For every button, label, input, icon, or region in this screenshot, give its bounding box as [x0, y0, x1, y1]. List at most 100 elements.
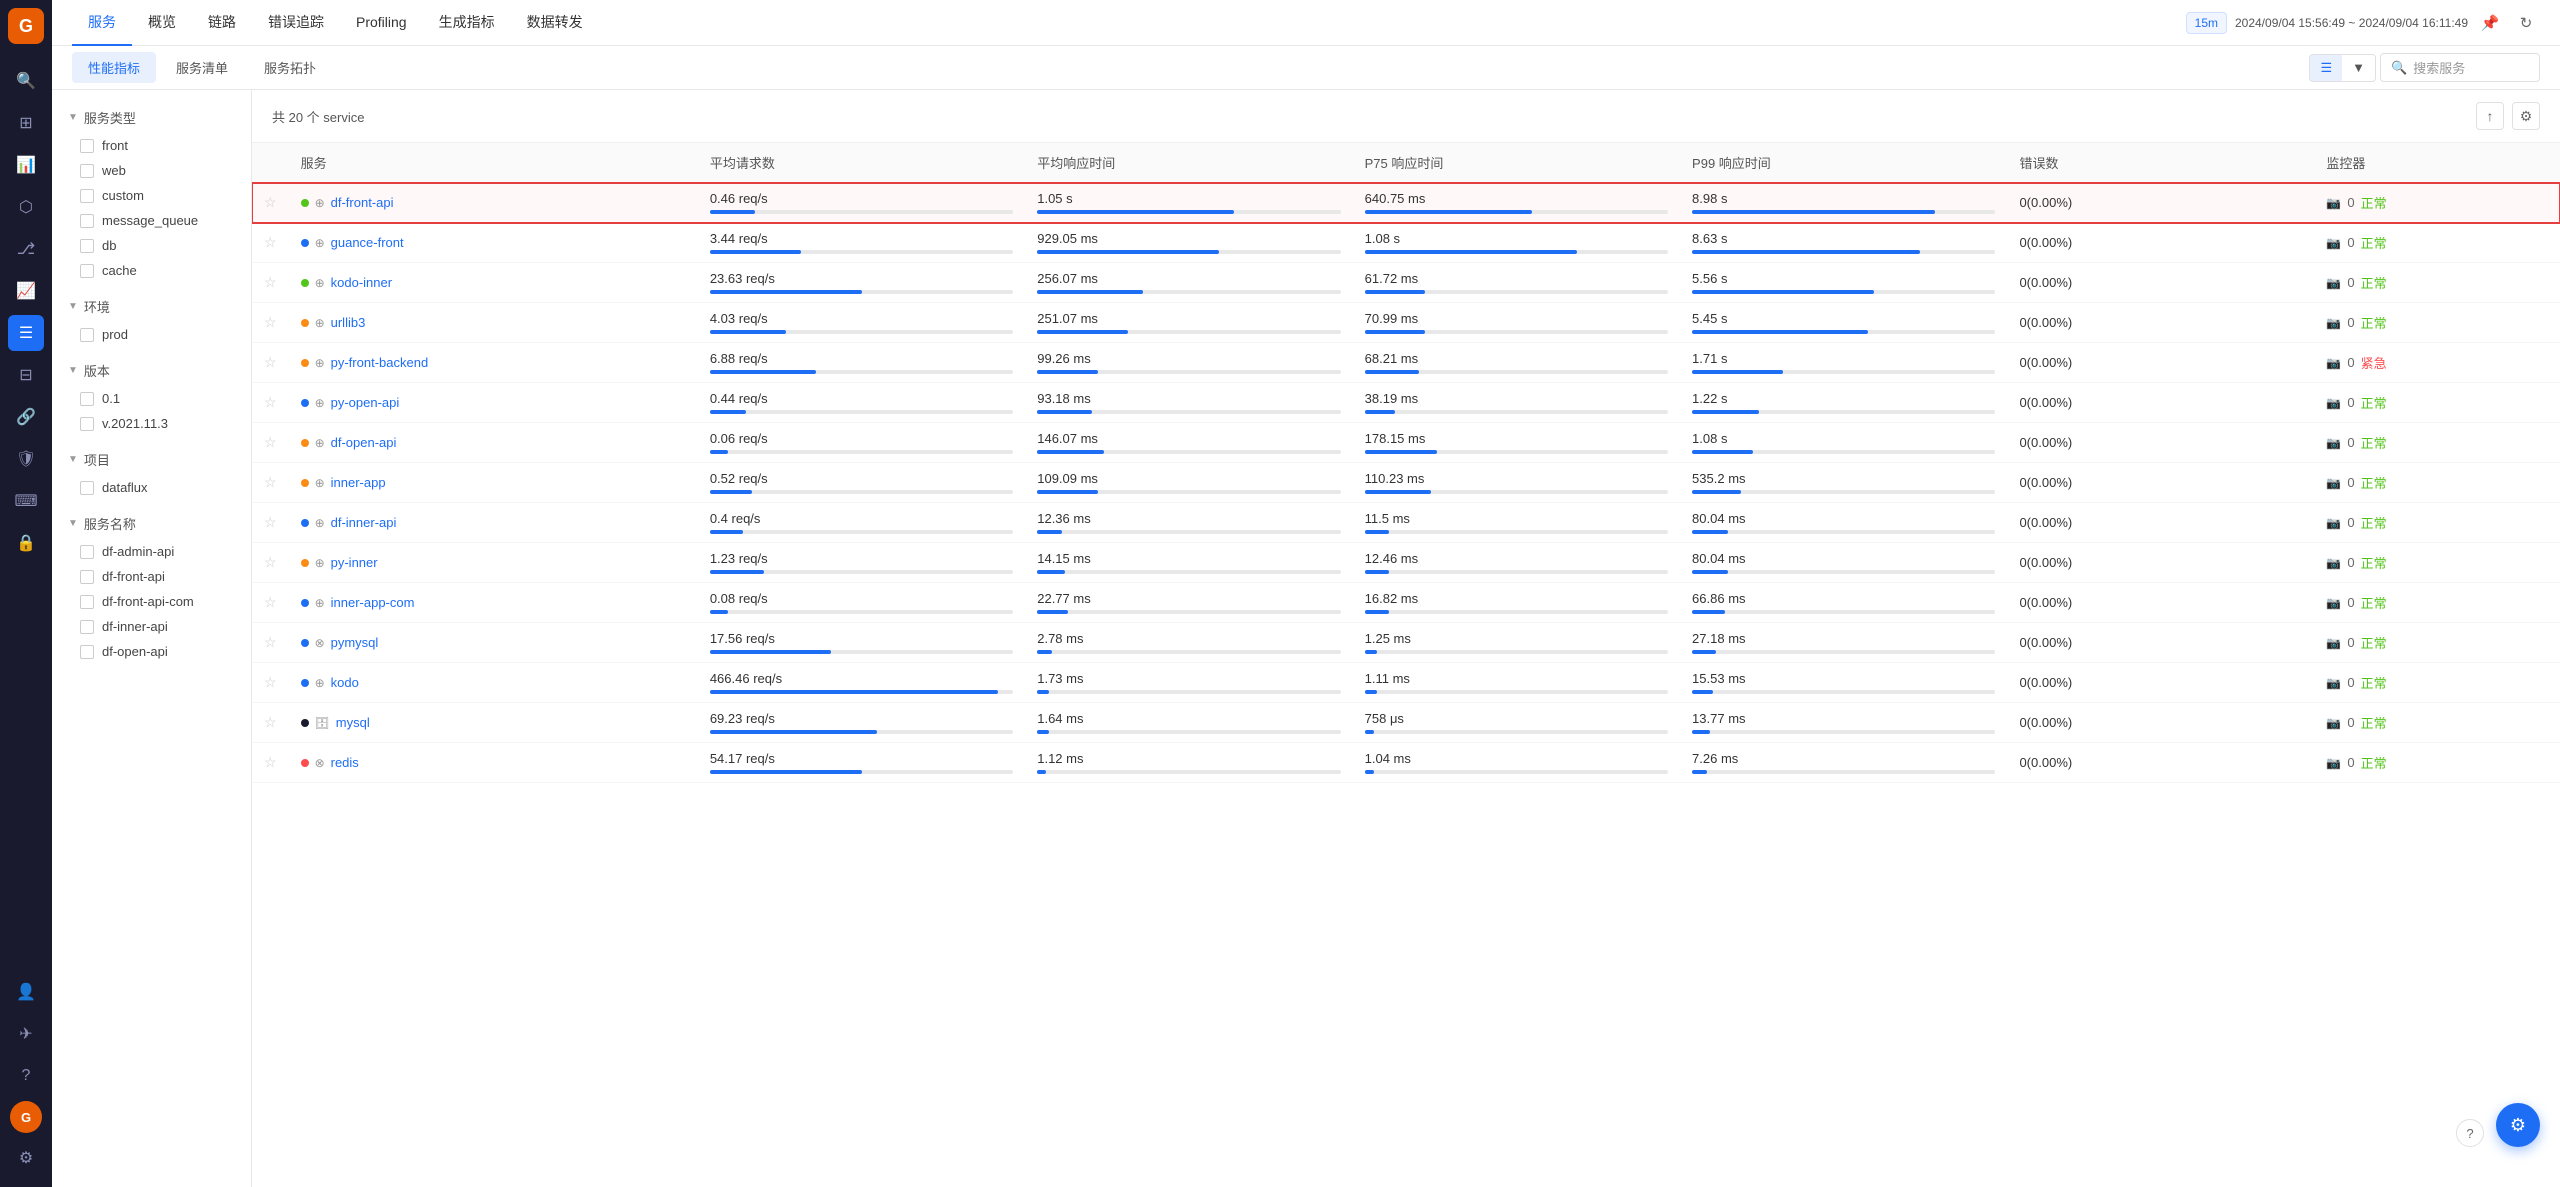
table-row[interactable]: ☆ ⊕ df-inner-api 0.4 req/s 12.36 ms 11.5… — [252, 503, 2560, 543]
filter-item-message-queue[interactable]: message_queue — [52, 208, 251, 233]
sub-tab-service-list[interactable]: 服务清单 — [160, 52, 244, 83]
filter-item-df-admin-api[interactable]: df-admin-api — [52, 539, 251, 564]
star-button[interactable]: ☆ — [264, 514, 277, 530]
table-row[interactable]: ☆ ⊕ df-open-api 0.06 req/s 146.07 ms 178… — [252, 423, 2560, 463]
service-name-cell[interactable]: ⊗ redis — [301, 755, 686, 770]
filter-item-web[interactable]: web — [52, 158, 251, 183]
nav-item-generate-metrics[interactable]: 生成指标 — [423, 0, 511, 46]
filter-checkbox-cache[interactable] — [80, 264, 94, 278]
table-row[interactable]: ☆ ⊕ df-front-api 0.46 req/s 1.05 s 640.7… — [252, 183, 2560, 223]
filter-item-custom[interactable]: custom — [52, 183, 251, 208]
sub-tab-performance[interactable]: 性能指标 — [72, 52, 156, 83]
star-button[interactable]: ☆ — [264, 554, 277, 570]
table-row[interactable]: ☆ ⊗ pymysql 17.56 req/s 2.78 ms 1.25 ms … — [252, 623, 2560, 663]
filter-checkbox-df-front-api-com[interactable] — [80, 595, 94, 609]
table-row[interactable]: ☆ ⊕ kodo 466.46 req/s 1.73 ms 1.11 ms 15… — [252, 663, 2560, 703]
view-toggle-list[interactable]: ☰ — [2310, 55, 2342, 81]
filter-section-header-service-type[interactable]: ▼ 服务类型 — [52, 102, 251, 133]
service-name-cell[interactable]: ⊕ df-inner-api — [301, 515, 686, 530]
service-name-cell[interactable]: ⊕ kodo-inner — [301, 275, 686, 290]
filter-item-prod[interactable]: prod — [52, 322, 251, 347]
star-button[interactable]: ☆ — [264, 394, 277, 410]
service-name-cell[interactable]: ⊕ inner-app-com — [301, 595, 686, 610]
service-name-cell[interactable]: ⊕ py-open-api — [301, 395, 686, 410]
sidebar-icon-shield[interactable]: 🛡 — [8, 441, 44, 477]
table-row[interactable]: ☆ ⊕ py-open-api 0.44 req/s 93.18 ms 38.1… — [252, 383, 2560, 423]
sidebar-icon-list[interactable]: ☰ — [8, 315, 44, 351]
service-name-cell[interactable]: ⊕ kodo — [301, 675, 686, 690]
filter-checkbox-v01[interactable] — [80, 392, 94, 406]
sidebar-icon-chart[interactable]: 📊 — [8, 147, 44, 183]
nav-item-profiling[interactable]: Profiling — [340, 0, 423, 46]
filter-checkbox-message-queue[interactable] — [80, 214, 94, 228]
star-button[interactable]: ☆ — [264, 674, 277, 690]
table-row[interactable]: ☆ ⊗ redis 54.17 req/s 1.12 ms 1.04 ms 7.… — [252, 743, 2560, 783]
filter-section-header-service-name[interactable]: ▼ 服务名称 — [52, 508, 251, 539]
view-toggle-grid[interactable]: ▼ — [2342, 55, 2375, 80]
star-button[interactable]: ☆ — [264, 754, 277, 770]
nav-item-services[interactable]: 服务 — [72, 0, 132, 46]
sidebar-icon-search[interactable]: 🔍 — [8, 63, 44, 99]
service-name-cell[interactable]: ⊕ guance-front — [301, 235, 686, 250]
sidebar-icon-lock[interactable]: 🔒 — [8, 525, 44, 561]
service-name-cell[interactable]: ⊗ pymysql — [301, 635, 686, 650]
sidebar-icon-send[interactable]: ✈ — [8, 1016, 44, 1052]
star-button[interactable]: ☆ — [264, 474, 277, 490]
service-name-cell[interactable]: ⊕ inner-app — [301, 475, 686, 490]
service-name-cell[interactable]: ⊕ df-open-api — [301, 435, 686, 450]
sub-tab-service-topology[interactable]: 服务拓扑 — [248, 52, 332, 83]
table-row[interactable]: ☆ ⊕ inner-app 0.52 req/s 109.09 ms 110.2… — [252, 463, 2560, 503]
filter-checkbox-df-open-api[interactable] — [80, 645, 94, 659]
sidebar-icon-dashboard[interactable]: ⊞ — [8, 105, 44, 141]
star-button[interactable]: ☆ — [264, 274, 277, 290]
sidebar-icon-link[interactable]: 🔗 — [8, 399, 44, 435]
filter-checkbox-web[interactable] — [80, 164, 94, 178]
filter-item-df-front-api-com[interactable]: df-front-api-com — [52, 589, 251, 614]
filter-item-df-inner-api[interactable]: df-inner-api — [52, 614, 251, 639]
filter-section-header-version[interactable]: ▼ 版本 — [52, 355, 251, 386]
filter-item-dataflux[interactable]: dataflux — [52, 475, 251, 500]
refresh-icon[interactable]: ↻ — [2512, 9, 2540, 37]
service-name-cell[interactable]: ⊕ df-front-api — [301, 195, 686, 210]
user-avatar[interactable]: G — [10, 1101, 42, 1133]
filter-checkbox-df-inner-api[interactable] — [80, 620, 94, 634]
sidebar-icon-help[interactable]: ? — [8, 1058, 44, 1094]
time-range-badge[interactable]: 15m — [2186, 12, 2227, 34]
export-icon[interactable]: ↑ — [2476, 102, 2504, 130]
sidebar-icon-analytics[interactable]: 📈 — [8, 273, 44, 309]
sidebar-icon-branch[interactable]: ⎇ — [8, 231, 44, 267]
star-button[interactable]: ☆ — [264, 354, 277, 370]
filter-item-front[interactable]: front — [52, 133, 251, 158]
sidebar-icon-user[interactable]: 👤 — [8, 974, 44, 1010]
filter-item-df-front-api[interactable]: df-front-api — [52, 564, 251, 589]
table-row[interactable]: ☆ ⊕ kodo-inner 23.63 req/s 256.07 ms 61.… — [252, 263, 2560, 303]
sidebar-icon-topology[interactable]: ⬡ — [8, 189, 44, 225]
service-name-cell[interactable]: ⊕ py-inner — [301, 555, 686, 570]
filter-item-v01[interactable]: 0.1 — [52, 386, 251, 411]
filter-section-header-project[interactable]: ▼ 项目 — [52, 444, 251, 475]
filter-item-cache[interactable]: cache — [52, 258, 251, 283]
sidebar-icon-terminal[interactable]: ⌨ — [8, 483, 44, 519]
help-button[interactable]: ? — [2456, 1119, 2484, 1147]
table-row[interactable]: ☆ 🗄 mysql 69.23 req/s 1.64 ms 758 μs 13.… — [252, 703, 2560, 743]
star-button[interactable]: ☆ — [264, 234, 277, 250]
sidebar-icon-settings[interactable]: ⚙ — [8, 1140, 44, 1176]
nav-item-data-forward[interactable]: 数据转发 — [511, 0, 599, 46]
star-button[interactable]: ☆ — [264, 434, 277, 450]
app-logo[interactable]: G — [8, 8, 44, 44]
nav-item-trace[interactable]: 链路 — [192, 0, 252, 46]
filter-checkbox-front[interactable] — [80, 139, 94, 153]
search-box[interactable]: 🔍 搜索服务 — [2380, 53, 2540, 82]
filter-checkbox-dataflux[interactable] — [80, 481, 94, 495]
star-button[interactable]: ☆ — [264, 594, 277, 610]
star-button[interactable]: ☆ — [264, 634, 277, 650]
filter-checkbox-df-admin-api[interactable] — [80, 545, 94, 559]
table-row[interactable]: ☆ ⊕ py-front-backend 6.88 req/s 99.26 ms… — [252, 343, 2560, 383]
service-name-cell[interactable]: 🗄 mysql — [301, 715, 686, 730]
table-row[interactable]: ☆ ⊕ py-inner 1.23 req/s 14.15 ms 12.46 m… — [252, 543, 2560, 583]
table-row[interactable]: ☆ ⊕ guance-front 3.44 req/s 929.05 ms 1.… — [252, 223, 2560, 263]
nav-item-error-track[interactable]: 错误追踪 — [252, 0, 340, 46]
star-button[interactable]: ☆ — [264, 194, 277, 210]
table-row[interactable]: ☆ ⊕ urllib3 4.03 req/s 251.07 ms 70.99 m… — [252, 303, 2560, 343]
fab-button[interactable]: ⚙ — [2496, 1103, 2540, 1147]
